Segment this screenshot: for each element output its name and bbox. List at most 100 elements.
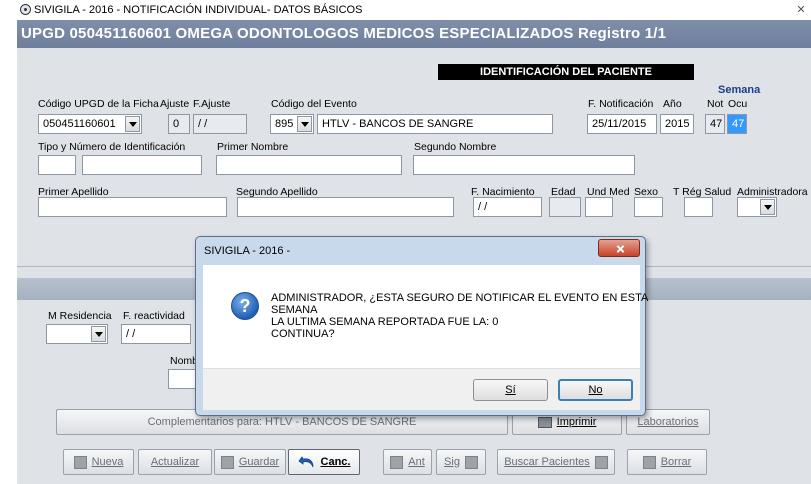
anio-field[interactable]: 2015 [660, 114, 694, 134]
numero-id-field[interactable] [82, 155, 202, 175]
f-reactividad-value: / / [126, 328, 136, 340]
borrar-label: Borrar [660, 456, 692, 468]
tipo-id-label: Tipo y Número de Identificación [38, 141, 186, 153]
upgd-header: UPGD 050451160601 OMEGA ODONTOLOGOS MEDI… [17, 20, 811, 48]
semana-label: Semana [718, 84, 761, 96]
codigo-evento-select[interactable]: 895 [270, 114, 314, 134]
buscar-pacientes-button[interactable]: Buscar Pacientes [497, 449, 615, 475]
cancelar-button[interactable]: Canc. [288, 449, 360, 475]
guardar-icon [220, 455, 234, 469]
segundo-nombre-label: Segundo Nombre [414, 141, 497, 153]
codigo-upgd-select[interactable]: 050451160601 [38, 114, 142, 134]
guardar-button[interactable]: Guardar [214, 449, 286, 475]
und-med-field[interactable] [585, 197, 613, 217]
section-title: IDENTIFICACIÓN DEL PACIENTE [438, 64, 694, 80]
printer-icon [537, 416, 552, 428]
f-notificacion-value: 25/11/2015 [592, 118, 647, 130]
buscar-icon [594, 455, 608, 469]
dialog-footer: Sí No [203, 368, 640, 410]
anio-label: Año [663, 98, 682, 110]
actualizar-button[interactable]: Actualizar [138, 449, 212, 475]
cancelar-label: Canc. [320, 456, 351, 468]
sexo-field[interactable] [634, 197, 663, 217]
dialog-title: SIVIGILA - 2016 - [204, 245, 291, 257]
f-reactividad-field[interactable]: / / [121, 324, 191, 344]
administradora-select[interactable] [737, 197, 777, 217]
f-ajuste-field: / / [193, 114, 247, 134]
window-title: SIVIGILA - 2016 - NOTIFICACIÓN INDIVIDUA… [34, 4, 363, 16]
no-label: No [588, 384, 603, 396]
ajuste-value: 0 [173, 118, 180, 130]
anterior-button[interactable]: Ant [383, 449, 432, 475]
undo-icon [297, 454, 316, 470]
siguiente-icon [464, 455, 478, 469]
codigo-upgd-value: 050451160601 [43, 118, 116, 130]
anio-value: 2015 [665, 118, 690, 130]
ajuste-field: 0 [168, 114, 190, 134]
semana-ocu-field[interactable]: 47 [727, 114, 747, 134]
nombre-field[interactable] [168, 369, 198, 389]
question-icon: ? [231, 292, 259, 320]
codigo-upgd-label: Código UPGD de la Ficha [38, 98, 159, 110]
yes-label: Sí [505, 384, 516, 396]
f-notificacion-field[interactable]: 25/11/2015 [587, 114, 657, 134]
anterior-icon [390, 455, 404, 469]
f-nacimiento-field[interactable]: / / [473, 197, 542, 217]
f-nacimiento-value: / / [478, 201, 488, 213]
ajuste-label: Ajuste [160, 98, 190, 110]
nueva-label: Nueva [91, 456, 124, 468]
chevron-down-icon[interactable] [760, 199, 775, 215]
f-reactividad-label: F. reactividad [123, 310, 185, 322]
evento-name-value: HTLV - BANCOS DE SANGRE [322, 118, 474, 130]
segundo-nombre-field[interactable] [413, 155, 635, 175]
dialog-close-button[interactable] [598, 239, 640, 257]
m-residencia-label: M Residencia [48, 310, 112, 322]
codigo-evento-value: 895 [275, 118, 294, 130]
anterior-label: Ant [408, 456, 425, 468]
segundo-apellido-field[interactable] [237, 197, 454, 217]
dialog-message-line: SEMANA [271, 304, 318, 316]
t-reg-salud-field[interactable] [684, 197, 713, 217]
window-close-icon[interactable]: ✕ [793, 3, 809, 17]
borrar-icon [642, 455, 656, 469]
imprimir-label: Imprimir [556, 416, 597, 428]
buscar-pacientes-label: Buscar Pacientes [504, 456, 590, 468]
primer-apellido-field[interactable] [38, 197, 227, 217]
nueva-button[interactable]: Nueva [63, 449, 134, 475]
app-icon [20, 4, 31, 15]
upgd-header-text: UPGD 050451160601 OMEGA ODONTOLOGOS MEDI… [21, 25, 667, 42]
codigo-evento-label: Código del Evento [271, 98, 357, 110]
complementarios-label: Complementarios para: HTLV - BANCOS DE S… [147, 416, 417, 428]
primer-nombre-field[interactable] [216, 155, 402, 175]
semana-ocu-label: Ocu [728, 98, 748, 110]
actualizar-label: Actualizar [150, 456, 200, 468]
nueva-icon [73, 455, 87, 469]
semana-not-label: Not [707, 98, 724, 110]
dialog-message-line: CONTINUA? [271, 328, 335, 340]
m-residencia-select[interactable] [46, 324, 108, 344]
yes-button[interactable]: Sí [473, 379, 548, 401]
evento-name-field[interactable]: HTLV - BANCOS DE SANGRE [317, 114, 553, 134]
chevron-down-icon[interactable] [125, 116, 140, 132]
semana-not-value: 47 [710, 118, 723, 130]
siguiente-label: Sig [444, 456, 460, 468]
dialog-message: ADMINISTRADOR, ¿ESTA SEGURO DE NOTIFICAR… [271, 292, 648, 340]
f-ajuste-label: F.Ajuste [193, 98, 231, 110]
no-button[interactable]: No [558, 379, 633, 401]
semana-not-field: 47 [705, 114, 725, 134]
dialog-message-line: ADMINISTRADOR, ¿ESTA SEGURO DE NOTIFICAR… [271, 292, 649, 304]
guardar-label: Guardar [238, 456, 280, 468]
dialog-message-line: LA ULTIMA SEMANA REPORTADA FUE LA: 0 [271, 316, 499, 328]
f-ajuste-value: / / [198, 118, 208, 130]
siguiente-button[interactable]: Sig [436, 449, 486, 475]
tipo-id-field[interactable] [38, 155, 76, 175]
confirm-dialog: SIVIGILA - 2016 - ? ADMINISTRADOR, ¿ESTA… [195, 236, 648, 416]
chevron-down-icon[interactable] [297, 116, 312, 132]
borrar-button[interactable]: Borrar [627, 449, 707, 475]
dialog-body: ? ADMINISTRADOR, ¿ESTA SEGURO DE NOTIFIC… [203, 265, 648, 368]
window-title-bar: SIVIGILA - 2016 - NOTIFICACIÓN INDIVIDUA… [0, 0, 811, 20]
primer-nombre-label: Primer Nombre [217, 141, 289, 153]
chevron-down-icon[interactable] [91, 326, 106, 342]
edad-field [549, 197, 581, 217]
f-notificacion-label: F. Notificación [588, 98, 654, 110]
